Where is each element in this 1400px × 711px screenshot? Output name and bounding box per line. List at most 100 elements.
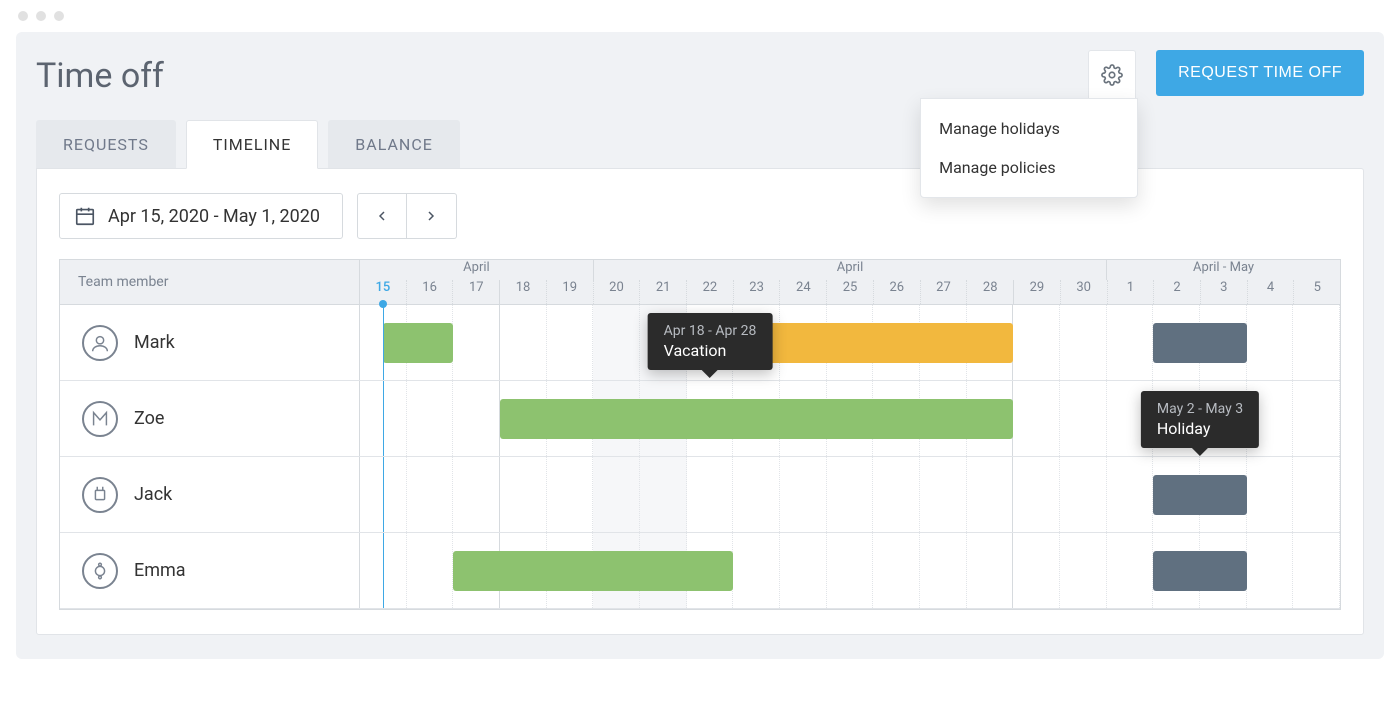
timeline-day-label: 23: [734, 280, 781, 304]
timeoff-bar[interactable]: [733, 323, 1013, 363]
timeline-cell: [780, 457, 827, 532]
timeline-cell: [1060, 305, 1107, 380]
timeline-cell: [1247, 533, 1294, 608]
settings-dropdown: Manage holidays Manage policies: [1088, 50, 1136, 98]
timeline-cell: [640, 305, 687, 380]
settings-menu: Manage holidays Manage policies: [920, 98, 1138, 198]
timeline-cell: [1247, 381, 1294, 456]
timeline-cell: [360, 457, 407, 532]
timeline-cell: [1060, 457, 1107, 532]
timeline-cell: [1107, 381, 1154, 456]
next-range-button[interactable]: [407, 193, 457, 239]
timeline-cell: [1060, 533, 1107, 608]
request-time-off-button[interactable]: REQUEST TIME OFF: [1156, 50, 1364, 96]
timeoff-bar[interactable]: [383, 323, 453, 363]
prev-range-button[interactable]: [357, 193, 407, 239]
timeline-days-header: AprilAprilApril - May 151617181920212223…: [360, 260, 1340, 304]
timeline-cell: [453, 381, 500, 456]
avatar: [82, 401, 118, 437]
member-name: Emma: [134, 560, 186, 581]
timeline-day-label: 15: [360, 280, 407, 304]
timeline-row: Jack: [60, 457, 1340, 533]
timeline-cell: [873, 533, 920, 608]
timeoff-bar[interactable]: [500, 399, 1013, 439]
timeline-day-label: 18: [500, 280, 547, 304]
timeline-cell: [360, 533, 407, 608]
timeline-row: Emma: [60, 533, 1340, 609]
timeline-day-label: 17: [453, 280, 500, 304]
tab-timeline[interactable]: TIMELINE: [186, 120, 318, 169]
window-dot: [36, 11, 46, 21]
tab-requests[interactable]: REQUESTS: [36, 120, 176, 169]
timeline-cell: [547, 457, 594, 532]
timeline-cell: [687, 305, 734, 380]
timeline-cell: [827, 457, 874, 532]
timeline-cell: [1060, 381, 1107, 456]
page-title: Time off: [36, 56, 164, 96]
menu-manage-holidays[interactable]: Manage holidays: [921, 109, 1137, 148]
timeline-day-label: 27: [921, 280, 968, 304]
timeoff-bar[interactable]: [1153, 399, 1246, 439]
timeline-cell: [827, 533, 874, 608]
tab-balance[interactable]: BALANCE: [328, 120, 460, 169]
menu-manage-policies[interactable]: Manage policies: [921, 148, 1137, 187]
timeline-grid: Team member AprilAprilApril - May 151617…: [59, 259, 1341, 610]
timeline-cell: [500, 457, 547, 532]
timeline-cell: [1293, 533, 1340, 608]
date-range-label: Apr 15, 2020 - May 1, 2020: [108, 206, 320, 227]
timeline-cell: [453, 305, 500, 380]
calendar-icon: [74, 205, 96, 227]
timeoff-bar[interactable]: [1153, 475, 1246, 515]
timeline-cell: [453, 457, 500, 532]
timeoff-bar[interactable]: [453, 551, 733, 591]
tabs: REQUESTS TIMELINE BALANCE: [36, 120, 1364, 169]
timeoff-bar[interactable]: [1153, 323, 1246, 363]
timeline-cell: [1247, 305, 1294, 380]
timeoff-bar[interactable]: [1153, 551, 1246, 591]
member-name: Zoe: [134, 408, 164, 429]
avatar: [82, 325, 118, 361]
timeline-cell: [1013, 305, 1060, 380]
member-name: Jack: [134, 484, 172, 505]
window-chrome: [0, 0, 1400, 32]
timeline-row: Mark: [60, 305, 1340, 381]
settings-button[interactable]: [1088, 50, 1136, 98]
row-days: [360, 305, 1340, 380]
timeline-cell: [360, 381, 407, 456]
timeline-cell: [593, 457, 640, 532]
avatar: [82, 553, 118, 589]
timeline-day-label: 3: [1201, 280, 1248, 304]
timeline-cell: [1247, 457, 1294, 532]
timeline-header: Team member AprilAprilApril - May 151617…: [60, 260, 1340, 305]
timeline-cell: [780, 533, 827, 608]
timeline-day-label: 4: [1248, 280, 1295, 304]
timeline-day-label: 21: [640, 280, 687, 304]
timeline-day-label: 24: [780, 280, 827, 304]
app-wrapper: Time off Manage holidays Manage policies…: [16, 32, 1384, 659]
timeline-cell: [1293, 457, 1340, 532]
timeline-cell: [873, 457, 920, 532]
timeline-cell: [967, 533, 1014, 608]
timeline-day-label: 5: [1294, 280, 1340, 304]
timeline-row: Zoe: [60, 381, 1340, 457]
timeline-cell: [1107, 533, 1154, 608]
timeline-cell: [1013, 533, 1060, 608]
timeline-cell: [920, 457, 967, 532]
timeline-day-label: 20: [594, 280, 641, 304]
timeline-cell: [500, 305, 547, 380]
timeline-cell: [1293, 305, 1340, 380]
chevron-right-icon: [423, 208, 439, 224]
date-range-picker[interactable]: Apr 15, 2020 - May 1, 2020: [59, 193, 343, 239]
header-actions: Manage holidays Manage policies REQUEST …: [1088, 50, 1364, 98]
timeline-cell: [733, 533, 780, 608]
timeline-day-label: 22: [687, 280, 734, 304]
timeline-group-label: April - May: [1107, 260, 1340, 280]
row-member-label: Jack: [60, 457, 360, 532]
timeline-cell: [967, 457, 1014, 532]
timeline-day-label: 30: [1061, 280, 1108, 304]
gear-icon: [1101, 64, 1123, 86]
timeline-cell: [920, 533, 967, 608]
timeline-day-label: 29: [1014, 280, 1061, 304]
row-days: [360, 457, 1340, 532]
timeline-cell: [1013, 381, 1060, 456]
